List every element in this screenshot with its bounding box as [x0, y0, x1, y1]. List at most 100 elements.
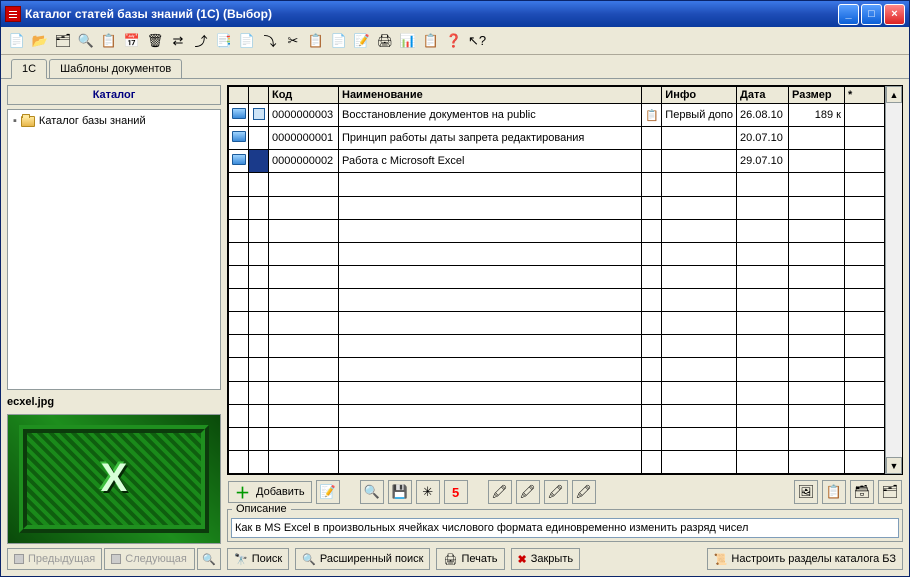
col-date[interactable]: Дата	[737, 87, 789, 104]
grid-header-row: Код Наименование Инфо Дата Размер *	[229, 87, 885, 104]
toolbar-icon-16[interactable]: 📝	[352, 31, 372, 51]
toolbar-icon-2[interactable]: 📂	[30, 31, 50, 51]
row-folder-icon	[232, 108, 246, 119]
zoom-button[interactable]: 🔍	[197, 548, 221, 570]
scroll-up-icon[interactable]: ▲	[886, 86, 902, 103]
col-name[interactable]: Наименование	[339, 87, 642, 104]
tool-d-icon-button[interactable]: 🗂	[878, 480, 902, 504]
marker3-icon-button[interactable]: 🖍	[544, 480, 568, 504]
toolbar-icon-14[interactable]: 📋	[306, 31, 326, 51]
col-info[interactable]: Инфо	[662, 87, 737, 104]
main-toolbar: 📄 📂 🗂 🔍 📋 📅 🗑 ⇄ ⤴ 📑 📄 ⤵ ✂ 📋 📄 📝 🖨 📊 📋 ❓ …	[1, 27, 909, 55]
toolbar-icon-6[interactable]: 📅	[122, 31, 142, 51]
col-star[interactable]: *	[845, 87, 885, 104]
tab-templates[interactable]: Шаблоны документов	[49, 59, 182, 78]
toolbar-icon-11[interactable]: 📄	[237, 31, 257, 51]
tree-root-label: Каталог базы знаний	[39, 115, 146, 127]
next-button[interactable]: Следующая	[104, 548, 195, 570]
toolbar-icon-3[interactable]: 🗂	[53, 31, 73, 51]
search-button[interactable]: 🔭 Поиск	[227, 548, 289, 570]
tool-a-icon-button[interactable]: 🖼	[794, 480, 818, 504]
close-window-button[interactable]: ×	[884, 4, 905, 25]
close-label: Закрыть	[531, 553, 573, 565]
toolbar-icon-21[interactable]: ↖?	[467, 31, 487, 51]
col-code[interactable]: Код	[269, 87, 339, 104]
row-doc-icon	[253, 108, 265, 120]
description-label: Описание	[232, 503, 291, 515]
cell-name: Восстановление документов на public	[339, 104, 642, 127]
col-icon1[interactable]	[229, 87, 249, 104]
catalog-tree[interactable]: ▪ Каталог базы знаний	[7, 109, 221, 390]
tool-c-icon-button[interactable]: 🗃	[850, 480, 874, 504]
thumbnail-preview: X	[7, 414, 221, 544]
description-text[interactable]: Как в MS Excel в произвольных ячейках чи…	[231, 518, 899, 538]
tab-1c[interactable]: 1С	[11, 59, 47, 79]
toolbar-icon-18[interactable]: 📊	[398, 31, 418, 51]
star-icon-button[interactable]: ✳	[416, 480, 440, 504]
row-folder-icon	[232, 154, 246, 165]
grid-row[interactable]: 0000000001 Принцип работы даты запрета р…	[229, 127, 885, 150]
edit-icon-button[interactable]: 📝	[316, 480, 340, 504]
toolbar-icon-12[interactable]: ⤵	[260, 31, 280, 51]
cell-name: Принцип работы даты запрета редактирован…	[339, 127, 642, 150]
advanced-search-button[interactable]: 🔍 Расширенный поиск	[295, 548, 430, 570]
tree-root-item[interactable]: ▪ Каталог базы знаний	[12, 114, 216, 128]
col-size[interactable]: Размер	[789, 87, 845, 104]
save-icon-button[interactable]: 💾	[388, 480, 412, 504]
cell-size	[789, 150, 845, 173]
cell-size	[789, 127, 845, 150]
configure-button[interactable]: 📜 Настроить разделы каталога БЗ	[707, 548, 903, 570]
grid-row-selected[interactable]: 0000000002 Работа с Microsoft Excel 29.0…	[229, 150, 885, 173]
data-grid[interactable]: Код Наименование Инфо Дата Размер *	[228, 86, 885, 474]
add-label: Добавить	[256, 486, 305, 498]
toolbar-icon-13[interactable]: ✂	[283, 31, 303, 51]
grid-scrollbar[interactable]: ▲ ▼	[885, 86, 902, 474]
search-icon-button[interactable]: 🔍	[360, 480, 384, 504]
toolbar-icon-9[interactable]: ⤴	[191, 31, 211, 51]
file-name-label: ecxel.jpg	[7, 394, 221, 410]
close-button[interactable]: ✖ Закрыть	[511, 548, 581, 570]
maximize-button[interactable]: □	[861, 4, 882, 25]
col-icon2[interactable]	[249, 87, 269, 104]
toolbar-icon-5[interactable]: 📋	[99, 31, 119, 51]
toolbar-icon-7[interactable]: 🗑	[145, 31, 165, 51]
cell-date: 20.07.10	[737, 127, 789, 150]
toolbar-icon-8[interactable]: ⇄	[168, 31, 188, 51]
marker1-icon-button[interactable]: 🖍	[488, 480, 512, 504]
cell-code: 0000000003	[269, 104, 339, 127]
toolbar-icon-20[interactable]: ❓	[444, 31, 464, 51]
scroll-track[interactable]	[886, 103, 902, 457]
bottom-toolbar: 🔭 Поиск 🔍 Расширенный поиск 🖨 Печать ✖ З…	[227, 546, 903, 570]
cell-info	[662, 127, 737, 150]
left-column: Каталог ▪ Каталог базы знаний ecxel.jpg …	[7, 85, 221, 570]
toolbar-icon-10[interactable]: 📑	[214, 31, 234, 51]
app-window: Каталог статей базы знаний (1С) (Выбор) …	[0, 0, 910, 577]
marker4-icon-button[interactable]: 🖍	[572, 480, 596, 504]
print-button[interactable]: 🖨 Печать	[436, 548, 504, 570]
grid-row[interactable]: 0000000003 Восстановление документов на …	[229, 104, 885, 127]
toolbar-icon-17[interactable]: 🖨	[375, 31, 395, 51]
toolbar-icon-19[interactable]: 📋	[421, 31, 441, 51]
tool-b-icon-button[interactable]: 📋	[822, 480, 846, 504]
window-title: Каталог статей базы знаний (1С) (Выбор)	[25, 7, 272, 21]
toolbar-icon-15[interactable]: 📄	[329, 31, 349, 51]
prev-label: Предыдущая	[28, 553, 95, 565]
row-info-icon: 📋	[645, 110, 659, 122]
marker2-icon-button[interactable]: 🖍	[516, 480, 540, 504]
number-icon-button[interactable]: 5	[444, 480, 468, 504]
tab-bar: 1С Шаблоны документов	[1, 55, 909, 79]
prev-button[interactable]: Предыдущая	[7, 548, 102, 570]
description-group: Описание Как в MS Excel в произвольных я…	[227, 509, 903, 542]
catalog-header: Каталог	[7, 85, 221, 105]
scroll-down-icon[interactable]: ▼	[886, 457, 902, 474]
tree-expand-icon[interactable]: ▪	[13, 115, 17, 127]
grid-container: Код Наименование Инфо Дата Размер *	[227, 85, 903, 475]
toolbar-icon-4[interactable]: 🔍	[76, 31, 96, 51]
col-extra[interactable]	[642, 87, 662, 104]
prev-icon	[14, 554, 24, 564]
add-button[interactable]: ＋ Добавить	[228, 481, 312, 503]
toolbar-icon-1[interactable]: 📄	[7, 31, 27, 51]
cell-info: Первый допо	[662, 104, 737, 127]
tab-templates-label: Шаблоны документов	[60, 63, 171, 75]
minimize-button[interactable]: _	[838, 4, 859, 25]
